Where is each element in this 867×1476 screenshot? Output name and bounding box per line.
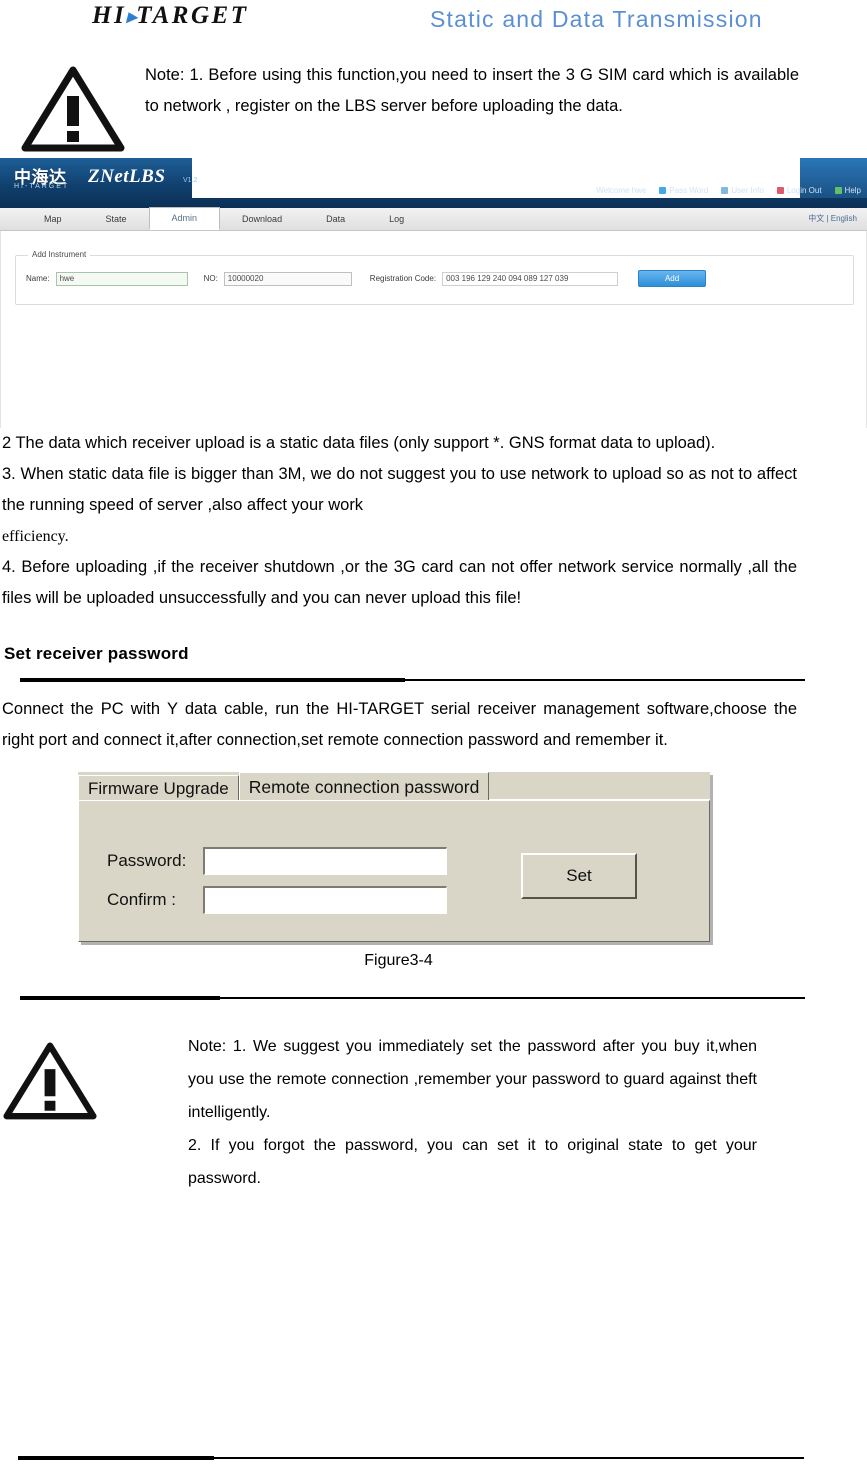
figure-divider-rule bbox=[20, 996, 805, 1000]
znet-registration-code-input[interactable]: 003 196 129 240 094 089 127 039 bbox=[442, 271, 619, 286]
paragraph-4: 4. Before uploading ,if the receiver shu… bbox=[2, 558, 797, 607]
logo-text-target: TARGET bbox=[136, 2, 249, 29]
znet-name-label: Name: bbox=[26, 274, 50, 283]
znet-tab-state[interactable]: State bbox=[84, 209, 149, 230]
znet-add-instrument-form: Name: hwe NO: 10000020 Registration Code… bbox=[26, 270, 845, 287]
dialog-confirm-label: Confirm : bbox=[107, 890, 176, 909]
znetlbs-screenshot: 中海达 HI-TARGET ZNetLBS V1.2 Welcome hwe P… bbox=[0, 158, 867, 428]
note-block-top: Note: 1. Before using this function,you … bbox=[0, 60, 867, 152]
znet-no-input[interactable]: 10000020 bbox=[223, 271, 352, 286]
warning-triangle-icon bbox=[0, 1030, 100, 1120]
znet-logo-latin: HI-TARGET bbox=[14, 183, 70, 190]
receiver-management-dialog: Firmware Upgrade Remote connection passw… bbox=[78, 772, 710, 942]
logo-separator-icon: ▸ bbox=[126, 6, 137, 28]
paragraph-3: 3. When static data file is bigger than … bbox=[2, 465, 797, 514]
hi-target-logo: HI▸TARGET bbox=[92, 2, 248, 30]
znet-product-version: V1.2 bbox=[183, 177, 198, 184]
znet-menu-user-info[interactable]: User Info bbox=[721, 186, 764, 195]
logo-text-hi: HI bbox=[92, 2, 127, 29]
znet-tab-log[interactable]: Log bbox=[367, 209, 426, 230]
znet-registration-code-label: Registration Code: bbox=[369, 274, 437, 283]
znet-menu-help[interactable]: Help bbox=[834, 186, 861, 195]
figure-caption: Figure3-4 bbox=[364, 952, 433, 969]
znet-fieldset-legend: Add Instrument bbox=[28, 250, 91, 259]
znet-tab-list: Map State Admin Download Data Log bbox=[22, 207, 426, 230]
note-top-text: Note: 1. Before using this function,you … bbox=[145, 66, 799, 115]
dialog-confirm-field-row: Confirm : bbox=[107, 886, 447, 914]
key-icon bbox=[659, 187, 667, 194]
section-paragraph: Connect the PC with Y data cable, run th… bbox=[2, 700, 797, 749]
dialog-tab-remote-connection-password[interactable]: Remote connection password bbox=[238, 772, 490, 800]
logout-icon bbox=[776, 187, 784, 194]
znet-product-name: ZNetLBS bbox=[88, 166, 166, 187]
znet-add-instrument-fieldset: Add Instrument Name: hwe NO: 10000020 Re… bbox=[15, 250, 854, 305]
section-divider-rule bbox=[20, 678, 805, 682]
dialog-password-input[interactable] bbox=[203, 847, 447, 875]
page-header: HI▸TARGET Static and Data Transmission bbox=[0, 0, 867, 46]
page-footer-rule bbox=[18, 1456, 804, 1460]
dialog-tab-strip: Firmware Upgrade Remote connection passw… bbox=[78, 772, 710, 800]
help-icon bbox=[834, 187, 842, 194]
note-bottom-line-1: Note: 1. We suggest you immediately set … bbox=[188, 1038, 757, 1121]
znet-logo: 中海达 HI-TARGET ZNetLBS V1.2 bbox=[10, 161, 197, 203]
note-bottom-text: Note: 1. We suggest you immediately set … bbox=[100, 1030, 867, 1195]
dialog-tab-firmware-upgrade[interactable]: Firmware Upgrade bbox=[78, 775, 239, 800]
dialog-password-label: Password: bbox=[107, 851, 187, 870]
znet-user-menu: Welcome hwe Pass Word User Info Login Ou… bbox=[596, 186, 861, 195]
document-body: 2 The data which receiver upload is a st… bbox=[0, 428, 867, 664]
dialog-set-button[interactable]: Set bbox=[521, 853, 637, 899]
znet-tab-admin[interactable]: Admin bbox=[148, 207, 221, 230]
dialog-panel: Password: Confirm : Set bbox=[78, 800, 710, 942]
warning-triangle-icon bbox=[0, 60, 145, 152]
paragraph-3-continuation: efficiency. bbox=[2, 528, 69, 545]
page-title: Static and Data Transmission bbox=[430, 6, 763, 32]
znet-tab-map[interactable]: Map bbox=[22, 209, 84, 230]
receiver-dialog-screenshot: Firmware Upgrade Remote connection passw… bbox=[78, 772, 714, 942]
znet-tabs-bar: Map State Admin Download Data Log 中文 | E… bbox=[0, 207, 867, 231]
dialog-confirm-input[interactable] bbox=[203, 886, 447, 914]
paragraph-2: 2 The data which receiver upload is a st… bbox=[2, 434, 716, 452]
section-body: Connect the PC with Y data cable, run th… bbox=[0, 694, 867, 756]
znet-topbar: 中海达 HI-TARGET ZNetLBS V1.2 Welcome hwe P… bbox=[0, 158, 867, 208]
znet-name-input[interactable]: hwe bbox=[55, 271, 188, 286]
znet-tab-download[interactable]: Download bbox=[220, 209, 304, 230]
user-icon bbox=[721, 187, 729, 194]
znet-menu-login-out[interactable]: Login Out bbox=[776, 186, 822, 195]
dialog-tab-filler bbox=[489, 774, 710, 800]
note-block-bottom: Note: 1. We suggest you immediately set … bbox=[0, 1030, 867, 1195]
znet-no-label: NO: bbox=[203, 274, 218, 283]
znet-tab-data[interactable]: Data bbox=[304, 209, 367, 230]
znet-language-switch[interactable]: 中文 | English bbox=[808, 213, 857, 224]
znet-welcome-label: Welcome hwe bbox=[596, 186, 647, 195]
znet-menu-pass-word[interactable]: Pass Word bbox=[659, 186, 708, 195]
dialog-password-field-row: Password: bbox=[107, 847, 447, 875]
section-heading: Set receiver password bbox=[4, 644, 189, 663]
znet-content-area: Add Instrument Name: hwe NO: 10000020 Re… bbox=[0, 231, 867, 428]
note-bottom-line-2: 2. If you forgot the password, you can s… bbox=[188, 1137, 757, 1187]
znet-add-button[interactable]: Add bbox=[638, 270, 707, 287]
